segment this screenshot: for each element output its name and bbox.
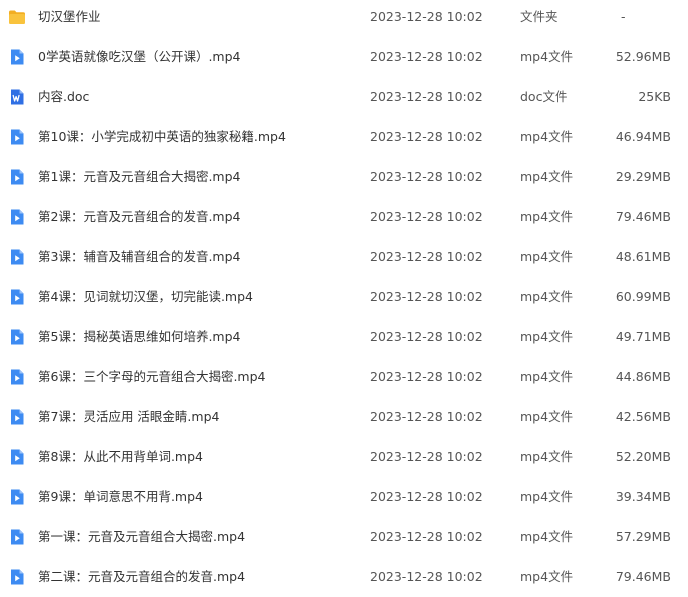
file-name: 第7课：灵活应用 活眼金睛.mp4 [38,409,220,424]
file-date: 2023-12-28 10:02 [370,329,483,344]
file-date: 2023-12-28 10:02 [370,289,483,304]
video-file-icon [8,488,26,506]
file-row[interactable]: 第二课：元音及元音组合的发音.mp4 2023-12-28 10:02 mp4文… [0,557,688,597]
file-date: 2023-12-28 10:02 [370,169,483,184]
file-type: mp4文件 [520,289,574,304]
file-name: 第3课：辅音及辅音组合的发音.mp4 [38,249,241,264]
file-row[interactable]: 第3课：辅音及辅音组合的发音.mp4 2023-12-28 10:02 mp4文… [0,237,688,277]
file-type: mp4文件 [520,369,574,384]
file-type: mp4文件 [520,409,574,424]
file-type: mp4文件 [520,169,574,184]
file-type: mp4文件 [520,569,574,584]
file-type: mp4文件 [520,449,574,464]
file-name: 第2课：元音及元音组合的发音.mp4 [38,209,241,224]
file-type: doc文件 [520,89,568,104]
file-name: 第6课：三个字母的元音组合大揭密.mp4 [38,369,266,384]
file-date: 2023-12-28 10:02 [370,529,483,544]
file-row[interactable]: 第4课：见词就切汉堡，切完能读.mp4 2023-12-28 10:02 mp4… [0,277,688,317]
file-date: 2023-12-28 10:02 [370,369,483,384]
video-file-icon [8,168,26,186]
file-name: 0学英语就像吃汉堡（公开课）.mp4 [38,49,241,64]
file-row[interactable]: 第7课：灵活应用 活眼金睛.mp4 2023-12-28 10:02 mp4文件… [0,397,688,437]
file-name: 切汉堡作业 [38,9,101,24]
file-size: 60.99MB [615,289,671,304]
video-file-icon [8,448,26,466]
file-list: 切汉堡作业 2023-12-28 10:02 文件夹 - 0学英语就像吃汉堡（公… [0,0,688,593]
file-size: 79.46MB [615,569,671,584]
video-file-icon [8,528,26,546]
word-doc-icon [8,88,26,106]
file-type: mp4文件 [520,529,574,544]
file-size: 79.46MB [615,209,671,224]
file-date: 2023-12-28 10:02 [370,129,483,144]
file-row[interactable]: 第一课：元音及元音组合大揭密.mp4 2023-12-28 10:02 mp4文… [0,517,688,557]
file-name: 第9课：单词意思不用背.mp4 [38,489,203,504]
video-file-icon [8,368,26,386]
file-row[interactable]: 第5课：揭秘英语思维如何培养.mp4 2023-12-28 10:02 mp4文… [0,317,688,357]
file-size: 46.94MB [615,129,671,144]
video-file-icon [8,128,26,146]
file-type: mp4文件 [520,489,574,504]
file-name: 内容.doc [38,89,90,104]
file-name: 第一课：元音及元音组合大揭密.mp4 [38,529,246,544]
file-type: mp4文件 [520,49,574,64]
file-row[interactable]: 第6课：三个字母的元音组合大揭密.mp4 2023-12-28 10:02 mp… [0,357,688,397]
file-name: 第二课：元音及元音组合的发音.mp4 [38,569,246,584]
file-type: 文件夹 [520,9,558,24]
file-size: 52.96MB [615,49,671,64]
file-date: 2023-12-28 10:02 [370,449,483,464]
file-size: 57.29MB [615,529,671,544]
file-row[interactable]: 第8课：从此不用背单词.mp4 2023-12-28 10:02 mp4文件 5… [0,437,688,477]
file-name: 第10课：小学完成初中英语的独家秘籍.mp4 [38,129,286,144]
file-row[interactable]: 切汉堡作业 2023-12-28 10:02 文件夹 - [0,0,688,37]
file-size: 52.20MB [615,449,671,464]
file-type: mp4文件 [520,209,574,224]
file-row[interactable]: 0学英语就像吃汉堡（公开课）.mp4 2023-12-28 10:02 mp4文… [0,37,688,77]
video-file-icon [8,328,26,346]
file-name: 第1课：元音及元音组合大揭密.mp4 [38,169,241,184]
file-size: 42.56MB [615,409,671,424]
file-date: 2023-12-28 10:02 [370,209,483,224]
folder-icon [8,8,26,26]
file-date: 2023-12-28 10:02 [370,569,483,584]
file-date: 2023-12-28 10:02 [370,49,483,64]
file-type: mp4文件 [520,329,574,344]
file-name: 第8课：从此不用背单词.mp4 [38,449,203,464]
file-row[interactable]: 第9课：单词意思不用背.mp4 2023-12-28 10:02 mp4文件 3… [0,477,688,517]
file-size: 48.61MB [615,249,671,264]
file-date: 2023-12-28 10:02 [370,249,483,264]
video-file-icon [8,248,26,266]
video-file-icon [8,568,26,586]
file-date: 2023-12-28 10:02 [370,9,483,24]
video-file-icon [8,288,26,306]
file-size: 44.86MB [615,369,671,384]
file-type: mp4文件 [520,249,574,264]
file-row[interactable]: 第10课：小学完成初中英语的独家秘籍.mp4 2023-12-28 10:02 … [0,117,688,157]
file-row[interactable]: 内容.doc 2023-12-28 10:02 doc文件 25KB [0,77,688,117]
file-size: 49.71MB [615,329,671,344]
file-date: 2023-12-28 10:02 [370,489,483,504]
file-date: 2023-12-28 10:02 [370,89,483,104]
file-name: 第5课：揭秘英语思维如何培养.mp4 [38,329,241,344]
file-size: 29.29MB [615,169,671,184]
file-size: - [621,9,626,24]
file-name: 第4课：见词就切汉堡，切完能读.mp4 [38,289,253,304]
file-size: 39.34MB [615,489,671,504]
video-file-icon [8,408,26,426]
file-date: 2023-12-28 10:02 [370,409,483,424]
file-type: mp4文件 [520,129,574,144]
file-row[interactable]: 第1课：元音及元音组合大揭密.mp4 2023-12-28 10:02 mp4文… [0,157,688,197]
video-file-icon [8,208,26,226]
file-row[interactable]: 第2课：元音及元音组合的发音.mp4 2023-12-28 10:02 mp4文… [0,197,688,237]
file-size: 25KB [638,89,671,104]
video-file-icon [8,48,26,66]
